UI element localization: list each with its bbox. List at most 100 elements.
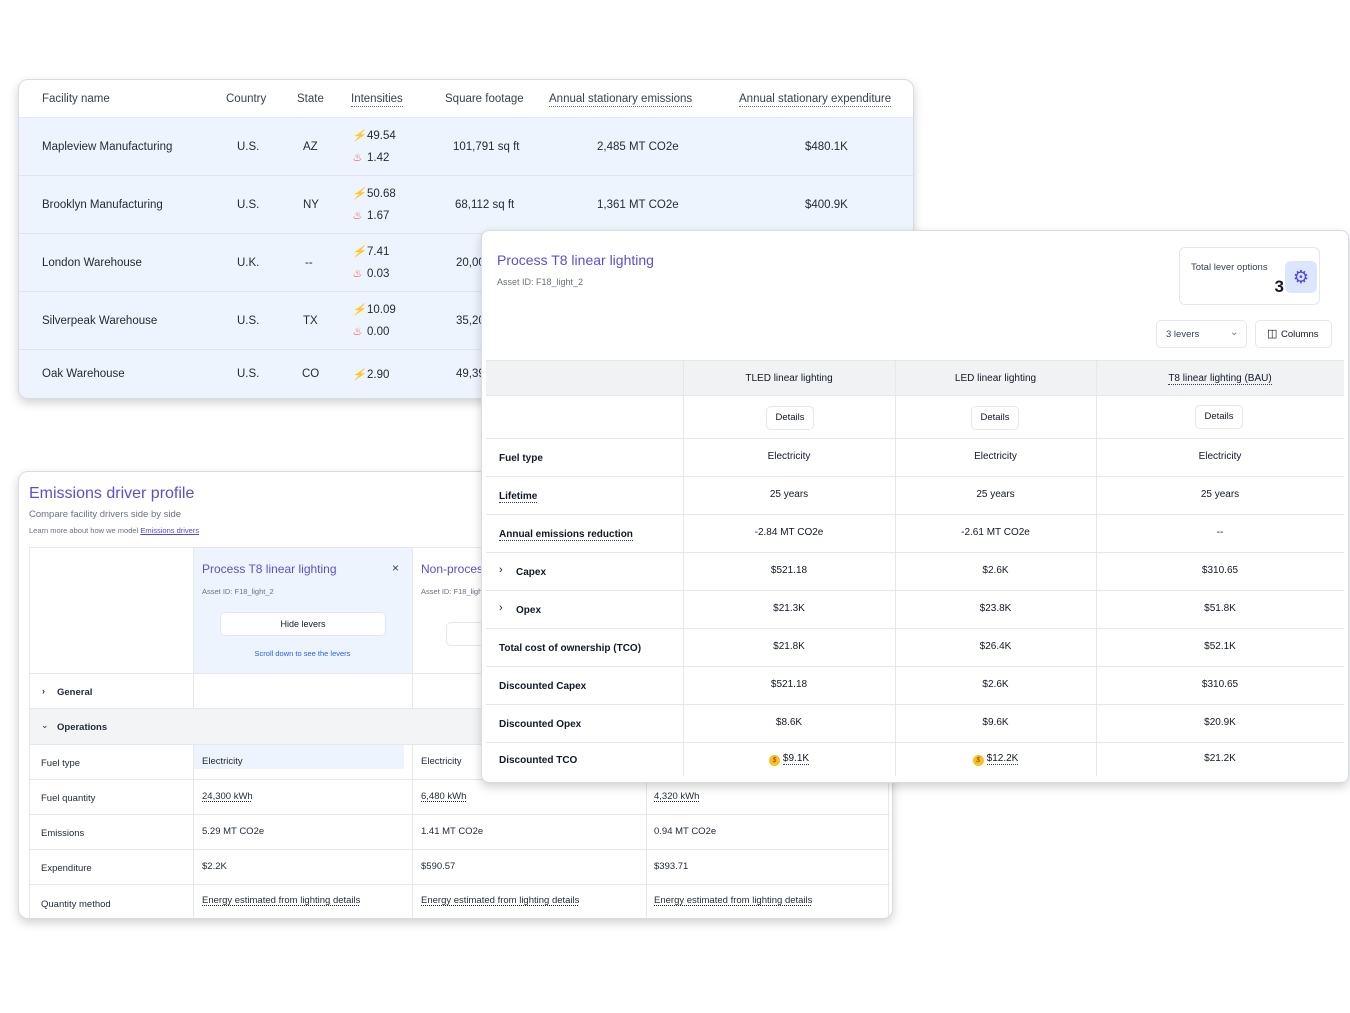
header-intensities[interactable]: Intensities: [351, 93, 403, 107]
column-header[interactable]: T8 linear lighting (BAU): [1168, 373, 1272, 385]
table-row: Lifetime 25 years 25 years 25 years: [486, 477, 1344, 515]
total-lever-label: Total lever options: [1191, 262, 1268, 273]
cell-value[interactable]: 24,300 kWh: [202, 791, 253, 802]
row-label: Discounted Capex: [499, 681, 587, 692]
facility-name[interactable]: Oak Warehouse: [42, 368, 125, 380]
chevron-down-icon: ⌄: [1230, 327, 1239, 338]
cell-value: 5.29 MT CO2e: [202, 826, 265, 837]
cell-value: $2.6K: [982, 565, 1009, 576]
asset-title: Process T8 linear lighting: [497, 252, 654, 268]
cell-value: -2.84 MT CO2e: [754, 527, 824, 538]
asset-id: Asset ID: F18_ligh: [421, 587, 483, 596]
details-button[interactable]: Details: [766, 406, 814, 430]
details-button[interactable]: Details: [1195, 405, 1243, 429]
header-square-footage[interactable]: Square footage: [445, 93, 524, 105]
cell-value: Electricity: [767, 451, 811, 462]
electric-intensity: ⚡10.09: [352, 304, 396, 316]
hide-levers-button[interactable]: Hide levers: [220, 612, 386, 636]
section-label[interactable]: Operations: [57, 722, 107, 733]
row-label: Emissions: [41, 828, 85, 839]
columns-label: Columns: [1281, 329, 1319, 340]
state: --: [305, 257, 313, 269]
cell-value: 25 years: [769, 489, 809, 500]
lever-table-header: TLED linear lighting LED linear lighting…: [486, 360, 1344, 396]
row-label[interactable]: Lifetime: [499, 491, 538, 503]
cell-value[interactable]: 4,320 kWh: [654, 791, 699, 802]
columns-button[interactable]: ◫ Columns: [1255, 320, 1332, 348]
cell-value: $393.71: [654, 861, 689, 872]
levers-select-value: 3 levers: [1166, 329, 1200, 340]
page-title: Emissions driver profile: [29, 485, 195, 502]
chevron-down-icon[interactable]: ⌄: [41, 720, 49, 731]
annual-emissions: 2,485 MT CO2e: [597, 141, 679, 153]
table-row[interactable]: Brooklyn Manufacturing U.S. NY ⚡50.68 ♨ 1…: [19, 176, 913, 234]
cell-value: 25 years: [976, 489, 1015, 500]
cell-value: Electricity: [974, 451, 1017, 462]
cell-value: Electricity: [1198, 451, 1242, 462]
cell-value: $590.57: [421, 861, 456, 872]
state: CO: [302, 368, 320, 380]
levers-select[interactable]: 3 levers ⌄: [1156, 320, 1247, 348]
annual-emissions: 1,361 MT CO2e: [597, 199, 679, 211]
close-icon[interactable]: ×: [392, 561, 399, 575]
cell-value: $521.18: [770, 565, 808, 576]
scroll-hint[interactable]: Scroll down to see the levers: [193, 649, 412, 658]
annual-expenditure: $400.9K: [805, 199, 848, 211]
chevron-right-icon[interactable]: ›: [499, 602, 503, 614]
row-label[interactable]: Capex: [516, 567, 546, 578]
header-annual-expenditure[interactable]: Annual stationary expenditure: [739, 93, 892, 107]
square-footage: 101,791 sq ft: [453, 141, 520, 153]
hide-levers-button[interactable]: [446, 622, 486, 646]
cell-value[interactable]: 6,480 kWh: [421, 791, 466, 802]
table-row: Discounted Opex $8.6K $9.6K $20.9K: [486, 705, 1344, 743]
cell-value: $20.9K: [1204, 717, 1236, 728]
chevron-right-icon[interactable]: ›: [499, 564, 503, 576]
fuel-intensity: ♨ 1.67: [352, 210, 390, 222]
cell-value: $23.8K: [979, 603, 1012, 614]
header-annual-emissions[interactable]: Annual stationary emissions: [549, 93, 693, 107]
cell-value: $9.6K: [982, 717, 1009, 728]
emissions-drivers-link[interactable]: Emissions drivers: [140, 526, 199, 535]
cell-value: $310.65: [1201, 565, 1239, 576]
state: TX: [303, 315, 318, 327]
cell-value[interactable]: $12.2K: [986, 753, 1019, 765]
cell-value: Electricity: [194, 745, 404, 769]
cell-value[interactable]: $9.1K: [782, 753, 810, 765]
cell-value[interactable]: Energy estimated from lighting details: [421, 895, 579, 906]
cell-value: $51.8K: [1204, 603, 1236, 614]
lightning-icon: ⚡: [352, 130, 366, 142]
header-facility-name[interactable]: Facility name: [42, 93, 110, 105]
header-state[interactable]: State: [297, 93, 324, 105]
gear-icon[interactable]: ⚙: [1285, 261, 1317, 293]
cell-value: 25 years: [1200, 489, 1240, 500]
flame-icon: ♨: [352, 152, 362, 164]
lightning-icon: ⚡: [352, 369, 366, 381]
row-label[interactable]: Opex: [516, 605, 541, 616]
country: U.S.: [237, 199, 260, 211]
facility-name[interactable]: Mapleview Manufacturing: [42, 141, 172, 153]
total-lever-options-card: Total lever options 3 ⚙: [1179, 247, 1320, 305]
table-row: Total cost of ownership (TCO) $21.8K $26…: [486, 629, 1344, 667]
column-title[interactable]: Non-proces: [421, 562, 483, 576]
expandable-row-opex[interactable]: › Opex $21.3K $23.8K $51.8K: [486, 591, 1344, 629]
section-label[interactable]: General: [57, 687, 92, 698]
table-row[interactable]: Mapleview Manufacturing U.S. AZ ⚡49.54 ♨…: [19, 118, 913, 176]
cell-value[interactable]: Energy estimated from lighting details: [202, 895, 360, 906]
total-lever-count: 3: [1274, 277, 1284, 296]
details-button[interactable]: Details: [971, 406, 1019, 430]
state: AZ: [303, 141, 318, 153]
cell-value[interactable]: Energy estimated from lighting details: [654, 895, 812, 906]
flame-icon: ♨: [352, 268, 362, 280]
cell-value: Electricity: [421, 756, 462, 767]
column-title[interactable]: Process T8 linear lighting: [202, 562, 337, 576]
asset-id: Asset ID: F18_light_2: [202, 587, 274, 596]
table-row: Annual emissions reduction -2.84 MT CO2e…: [486, 515, 1344, 553]
row-label[interactable]: Annual emissions reduction: [499, 529, 633, 541]
chevron-right-icon[interactable]: ›: [42, 686, 45, 696]
column-header: TLED linear lighting: [745, 373, 833, 384]
header-country[interactable]: Country: [226, 93, 266, 105]
facility-name[interactable]: Silverpeak Warehouse: [42, 315, 157, 327]
expandable-row-capex[interactable]: › Capex $521.18 $2.6K $310.65: [486, 553, 1344, 591]
facility-name[interactable]: Brooklyn Manufacturing: [42, 199, 163, 211]
facility-name[interactable]: London Warehouse: [42, 257, 142, 269]
